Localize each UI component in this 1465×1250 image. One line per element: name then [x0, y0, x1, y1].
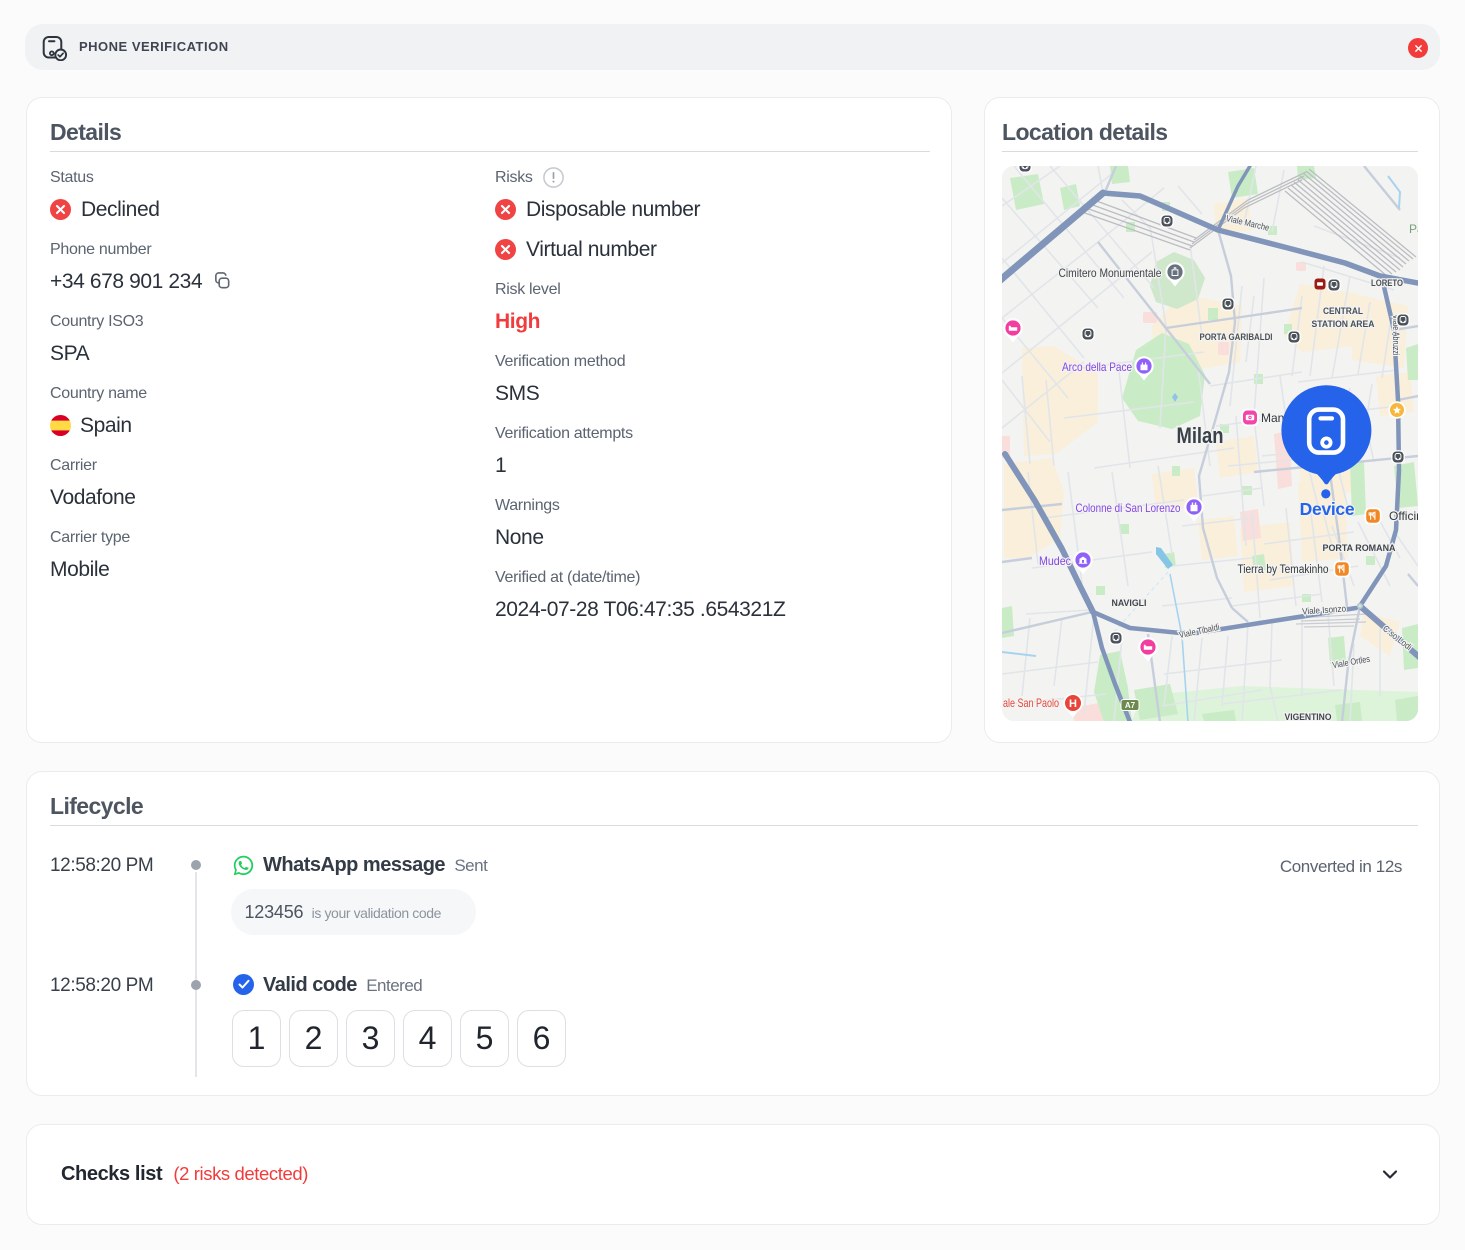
svg-text:H: H [1069, 698, 1077, 710]
svg-text:Pa: Pa [1409, 222, 1418, 236]
svg-text:A7: A7 [1125, 701, 1136, 710]
svg-text:LORETO: LORETO [1371, 278, 1403, 289]
svg-text:Mudec: Mudec [1039, 554, 1071, 568]
svg-text:CENTRAL: CENTRAL [1323, 306, 1363, 317]
svg-text:Arco della Pace: Arco della Pace [1062, 360, 1132, 374]
svg-text:Colonne di San Lorenzo: Colonne di San Lorenzo [1076, 501, 1181, 515]
svg-text:Officin: Officin [1389, 509, 1418, 523]
svg-text:VIGENTINO: VIGENTINO [1285, 712, 1332, 721]
svg-text:Milan: Milan [1177, 423, 1224, 448]
svg-text:PORTA ROMANA: PORTA ROMANA [1323, 543, 1396, 554]
svg-text:Man: Man [1261, 411, 1284, 425]
svg-text:STATION AREA: STATION AREA [1312, 319, 1375, 330]
svg-text:Device: Device [1300, 499, 1355, 519]
svg-text:Cimitero Monumentale: Cimitero Monumentale [1059, 266, 1162, 280]
svg-text:ale San Paolo: ale San Paolo [1003, 696, 1059, 710]
svg-text:Tierra by Temakinho: Tierra by Temakinho [1238, 564, 1329, 576]
svg-text:NAVIGLI: NAVIGLI [1112, 598, 1147, 609]
svg-text:PORTA GARIBALDI: PORTA GARIBALDI [1200, 332, 1273, 343]
